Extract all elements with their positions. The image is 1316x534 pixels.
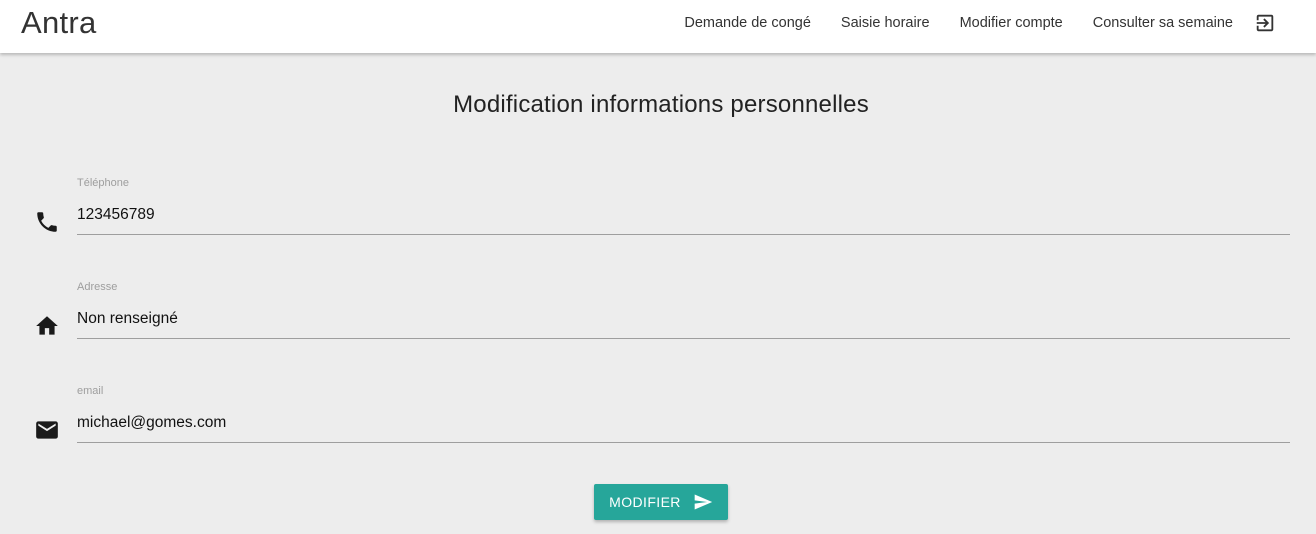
nav-link-saisie-horaire[interactable]: Saisie horaire (826, 15, 945, 31)
address-label: Adresse (77, 281, 118, 293)
nav-link-consulter-semaine[interactable]: Consulter sa semaine (1078, 15, 1248, 31)
exit-to-app-icon (1256, 14, 1274, 32)
modifier-button-label: MODIFIER (609, 494, 681, 510)
modifier-button[interactable]: MODIFIER (594, 484, 728, 520)
logout-button[interactable] (1254, 0, 1294, 46)
phone-label: Téléphone (77, 177, 129, 189)
top-navbar: Antra Demande de congé Saisie horaire Mo… (0, 0, 1316, 53)
nav-link-demande-conge[interactable]: Demande de congé (669, 15, 826, 31)
brand-logo[interactable]: Antra (21, 5, 97, 41)
email-input[interactable] (77, 403, 1290, 443)
home-icon (36, 316, 58, 335)
nav-link-modifier-compte[interactable]: Modifier compte (945, 15, 1078, 31)
email-label: email (77, 385, 104, 397)
send-icon (694, 494, 712, 510)
main-content: Modification informations personnelles T… (0, 53, 1316, 534)
nav-links: Demande de congé Saisie horaire Modifier… (669, 0, 1316, 46)
page-title: Modification informations personnelles (453, 91, 869, 118)
address-input[interactable] (77, 299, 1290, 339)
address-field: Adresse (0, 281, 1316, 351)
phone-field: Téléphone (0, 177, 1316, 247)
phone-input[interactable] (77, 195, 1290, 235)
mail-icon (36, 421, 58, 439)
phone-icon (37, 212, 57, 232)
email-field: email (0, 385, 1316, 455)
